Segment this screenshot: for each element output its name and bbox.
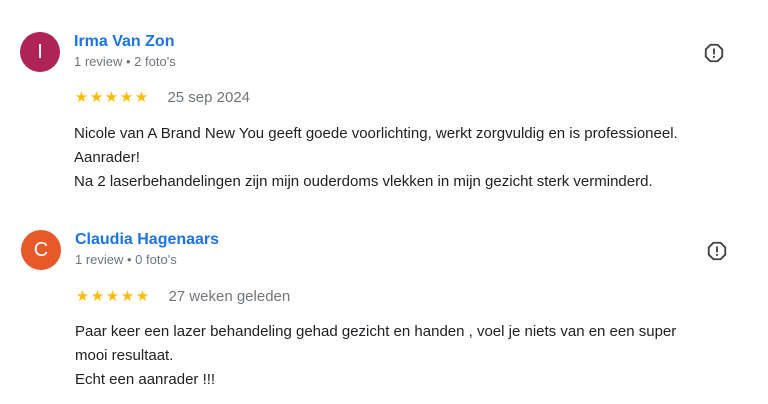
review-text-line: Nicole van A Brand New You geeft goede v… [74, 125, 678, 142]
star-icon: ★ [105, 288, 120, 305]
review-text-line: Echt een aanrader !!! [75, 371, 216, 388]
review-text-line: Paar keer een lazer behandeling gehad ge… [75, 323, 677, 340]
star-icon: ★ [74, 89, 89, 106]
report-flag-icon[interactable] [706, 240, 728, 262]
star-icon: ★ [75, 288, 90, 305]
rating-row: ★ ★ ★ ★ ★ 27 weken geleden [75, 287, 290, 307]
author-name-link[interactable]: Claudia Hagenaars [75, 231, 219, 249]
author-name-link[interactable]: Irma Van Zon [74, 33, 174, 51]
review-date: 25 sep 2024 [167, 88, 251, 106]
rating-row: ★ ★ ★ ★ ★ 25 sep 2024 [74, 88, 250, 108]
review-date: 27 weken geleden [168, 287, 291, 305]
review-text: Nicole van A Brand New You geeft goede v… [74, 122, 754, 194]
review-text-line: Aanrader! [74, 149, 140, 166]
report-flag-icon[interactable] [703, 42, 725, 64]
review-text-line: Na 2 laserbehandelingen zijn mijn ouderd… [74, 173, 653, 190]
avatar[interactable]: C [21, 230, 61, 270]
star-icon: ★ [120, 288, 135, 305]
star-rating: ★ ★ ★ ★ ★ [74, 88, 149, 106]
author-meta: 1 review • 0 foto's [75, 252, 177, 267]
star-icon: ★ [135, 288, 150, 305]
star-icon: ★ [119, 89, 134, 106]
star-icon: ★ [90, 288, 105, 305]
star-rating: ★ ★ ★ ★ ★ [75, 287, 150, 305]
review-text-line: mooi resultaat. [75, 347, 174, 364]
avatar[interactable]: I [20, 32, 60, 72]
review-text: Paar keer een lazer behandeling gehad ge… [75, 320, 735, 392]
star-icon: ★ [134, 89, 149, 106]
star-icon: ★ [104, 89, 119, 106]
star-icon: ★ [89, 89, 104, 106]
author-meta: 1 review • 2 foto's [74, 54, 176, 69]
